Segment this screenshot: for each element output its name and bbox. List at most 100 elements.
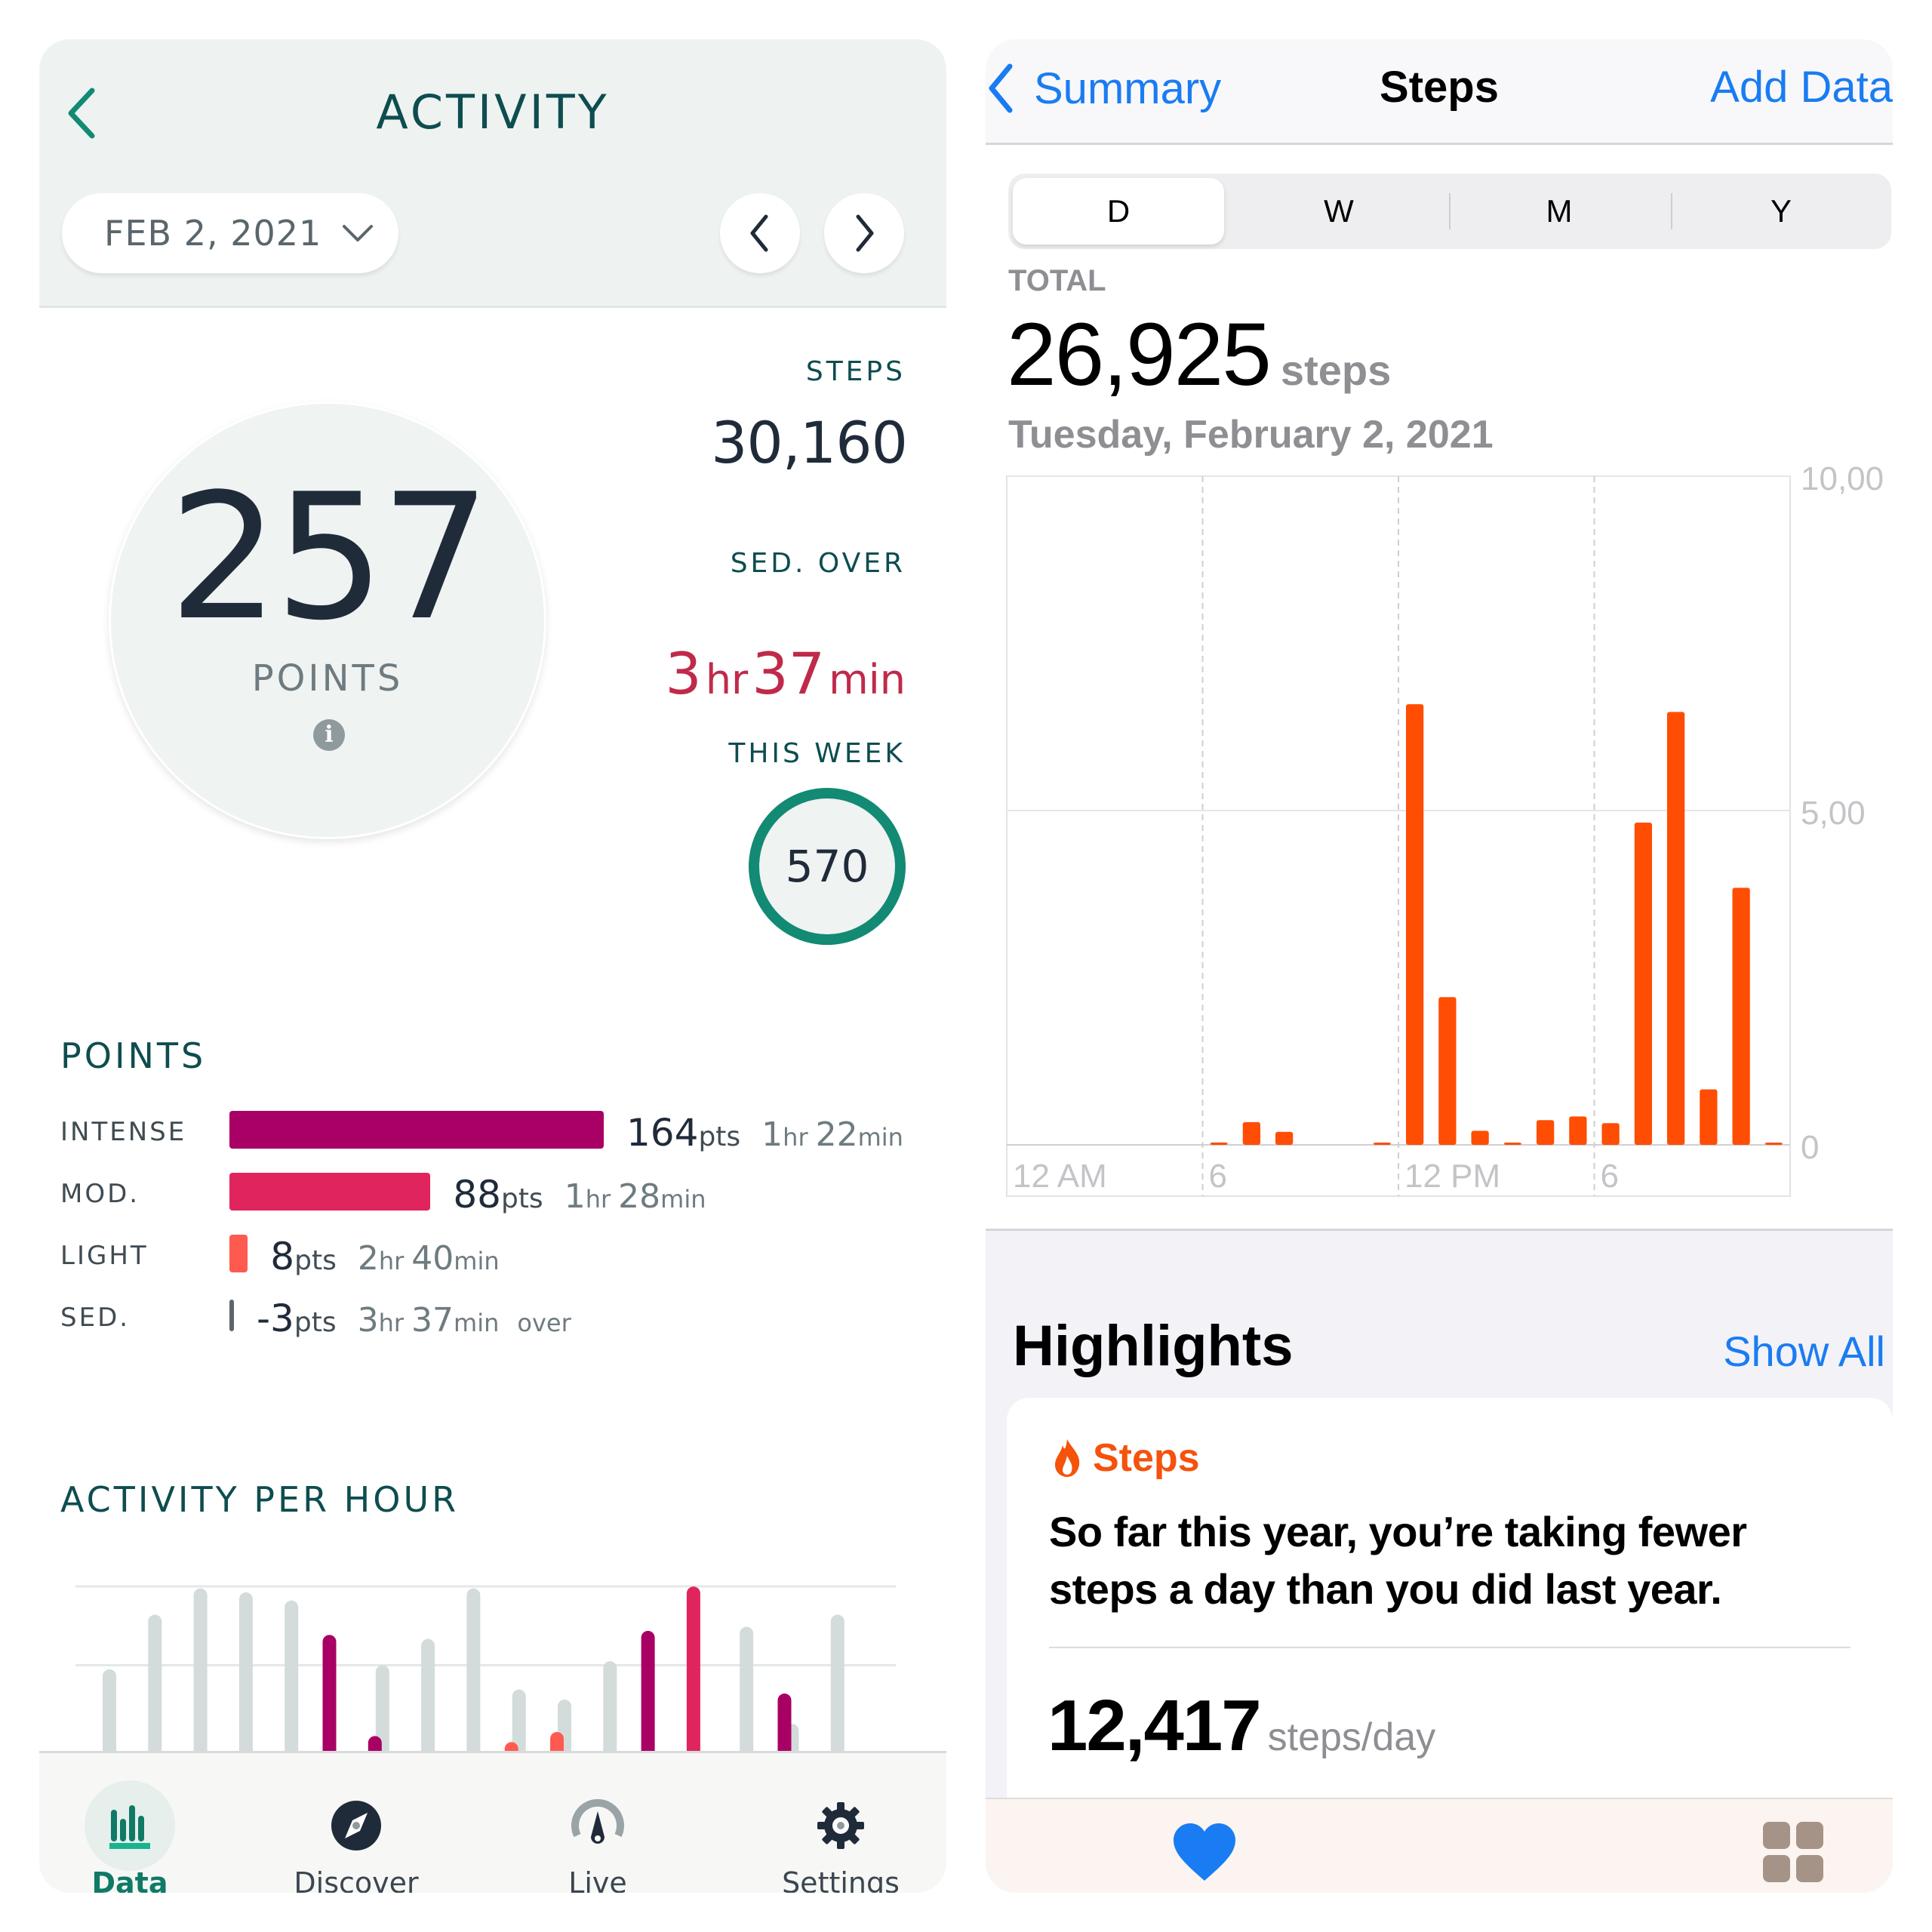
segment-week[interactable]: W xyxy=(1229,174,1449,249)
minutes-unit: min xyxy=(454,1309,500,1337)
steps-bar xyxy=(1438,997,1457,1145)
duration-hours: 1 xyxy=(761,1115,783,1154)
points-section-title: POINTS xyxy=(60,1035,207,1076)
hours-unit: hr xyxy=(585,1185,611,1214)
this-week-value: 570 xyxy=(785,841,869,892)
steps-bar xyxy=(1667,712,1685,1145)
chevron-left-icon xyxy=(750,214,768,252)
gear-icon xyxy=(795,1780,886,1871)
minutes-unit: min xyxy=(660,1185,706,1214)
y-tick-label: 10,00 xyxy=(1801,462,1884,497)
y-tick-label: 0 xyxy=(1801,1129,1819,1166)
steps-value: 30,160 xyxy=(711,409,908,476)
points-bar xyxy=(229,1111,604,1149)
steps-bar xyxy=(1275,1131,1294,1145)
selected-date: Tuesday, February 2, 2021 xyxy=(1008,413,1494,457)
points-category: LIGHT xyxy=(60,1241,149,1271)
tab-summary[interactable] xyxy=(1167,1814,1242,1890)
hours-unit: hr xyxy=(378,1247,405,1275)
duration-minutes: 37 xyxy=(411,1301,454,1340)
average-steps-unit: steps/day xyxy=(1267,1715,1436,1759)
x-tick-label: 6 xyxy=(1601,1158,1619,1195)
chevron-right-icon xyxy=(856,214,874,252)
tab-live[interactable]: Live xyxy=(507,1753,688,1893)
steps-bar xyxy=(1471,1131,1489,1145)
points-detail: 164pts 1hr 22min xyxy=(626,1111,911,1155)
duration-suffix: over xyxy=(517,1309,571,1337)
x-tick-label: 12 AM xyxy=(1013,1158,1107,1195)
sed-over-value: 3 hr 37 min xyxy=(665,640,906,707)
y-tick-label: 5,00 xyxy=(1801,795,1866,832)
date-picker[interactable]: FEB 2, 2021 xyxy=(62,193,398,273)
segment-day[interactable]: D xyxy=(1013,178,1224,245)
points-value: -3 xyxy=(257,1297,294,1340)
add-data-button[interactable]: Add Data xyxy=(1710,62,1893,112)
points-value: 164 xyxy=(626,1111,699,1155)
duration-hours: 2 xyxy=(357,1239,379,1278)
highlight-text: So far this year, you’re taking fewer st… xyxy=(1049,1508,1747,1613)
bottom-tab-bar xyxy=(986,1798,1893,1893)
duration-minutes: 40 xyxy=(411,1239,454,1278)
points-category: SED. xyxy=(60,1303,131,1333)
steps-label: STEPS xyxy=(805,356,906,387)
show-all-link[interactable]: Show All xyxy=(1723,1327,1885,1376)
steps-bar xyxy=(1732,888,1750,1145)
tab-discover[interactable]: Discover xyxy=(266,1753,447,1893)
hours-unit: hr xyxy=(378,1309,405,1337)
time-range-segmented-control: D W M Y xyxy=(1008,174,1891,249)
duration-minutes: 28 xyxy=(618,1177,661,1216)
segment-month[interactable]: M xyxy=(1449,174,1669,249)
steps-bar xyxy=(1373,1143,1391,1145)
this-week-label: THIS WEEK xyxy=(728,738,906,769)
activity-per-hour-chart xyxy=(75,1585,896,1789)
points-unit: pts xyxy=(294,1307,337,1338)
points-row: MOD. 88pts 1hr 28min xyxy=(60,1173,943,1218)
this-week-ring[interactable]: 570 xyxy=(749,788,906,945)
steps-bar xyxy=(1503,1143,1521,1145)
heart-icon xyxy=(1174,1823,1235,1881)
next-day-button[interactable] xyxy=(824,193,904,273)
points-bar xyxy=(229,1235,248,1272)
points-value: 88 xyxy=(453,1173,501,1217)
points-detail: -3pts 3hr 37min over xyxy=(257,1297,571,1340)
divider xyxy=(1049,1647,1850,1648)
info-icon[interactable]: i xyxy=(313,719,345,751)
total-steps-value: 26,925 xyxy=(1007,305,1272,405)
previous-day-button[interactable] xyxy=(720,193,800,273)
gauge-icon xyxy=(552,1780,643,1871)
steps-bar xyxy=(1242,1121,1260,1145)
points-unit: pts xyxy=(500,1183,543,1214)
total-steps: 26,925 steps xyxy=(1007,303,1391,406)
sed-over-label: SED. OVER xyxy=(730,548,906,579)
activity-header: ACTIVITY FEB 2, 2021 xyxy=(39,39,946,308)
compass-icon xyxy=(311,1780,401,1871)
tab-data[interactable]: Data xyxy=(39,1753,220,1893)
flame-icon xyxy=(1055,1439,1080,1477)
total-steps-unit: steps xyxy=(1280,346,1392,394)
steps-bar xyxy=(1634,822,1652,1145)
daily-points-label: POINTS xyxy=(251,657,404,700)
duration-minutes: 22 xyxy=(815,1115,858,1154)
points-row: LIGHT 8pts 2hr 40min xyxy=(60,1235,943,1280)
tab-settings[interactable]: Settings xyxy=(750,1753,931,1893)
points-unit: pts xyxy=(698,1121,741,1152)
daily-points-circle: 257 POINTS i xyxy=(109,401,546,839)
duration-hours: 3 xyxy=(357,1301,379,1340)
steps-bar xyxy=(1700,1089,1718,1145)
steps-bar xyxy=(1569,1116,1587,1145)
steps-hourly-chart[interactable]: 0 5,00 10,00 12 AM 6 12 PM 6 xyxy=(986,462,1893,1247)
highlights-title: Highlights xyxy=(1013,1314,1294,1378)
minutes-unit: min xyxy=(454,1247,500,1275)
segment-year[interactable]: Y xyxy=(1671,174,1891,249)
duration-hours: 1 xyxy=(564,1177,586,1216)
bar-chart-icon xyxy=(85,1780,175,1871)
highlight-category: Steps xyxy=(1052,1435,1200,1481)
chevron-down-icon xyxy=(343,225,374,242)
x-tick-label: 6 xyxy=(1209,1158,1227,1195)
tab-browse[interactable] xyxy=(1755,1814,1831,1890)
points-detail: 88pts 1hr 28min xyxy=(453,1173,713,1217)
points-row: SED. -3pts 3hr 37min over xyxy=(60,1297,943,1342)
date-value: FEB 2, 2021 xyxy=(104,213,322,254)
steps-bar xyxy=(1764,1143,1783,1145)
points-category: INTENSE xyxy=(60,1117,187,1147)
